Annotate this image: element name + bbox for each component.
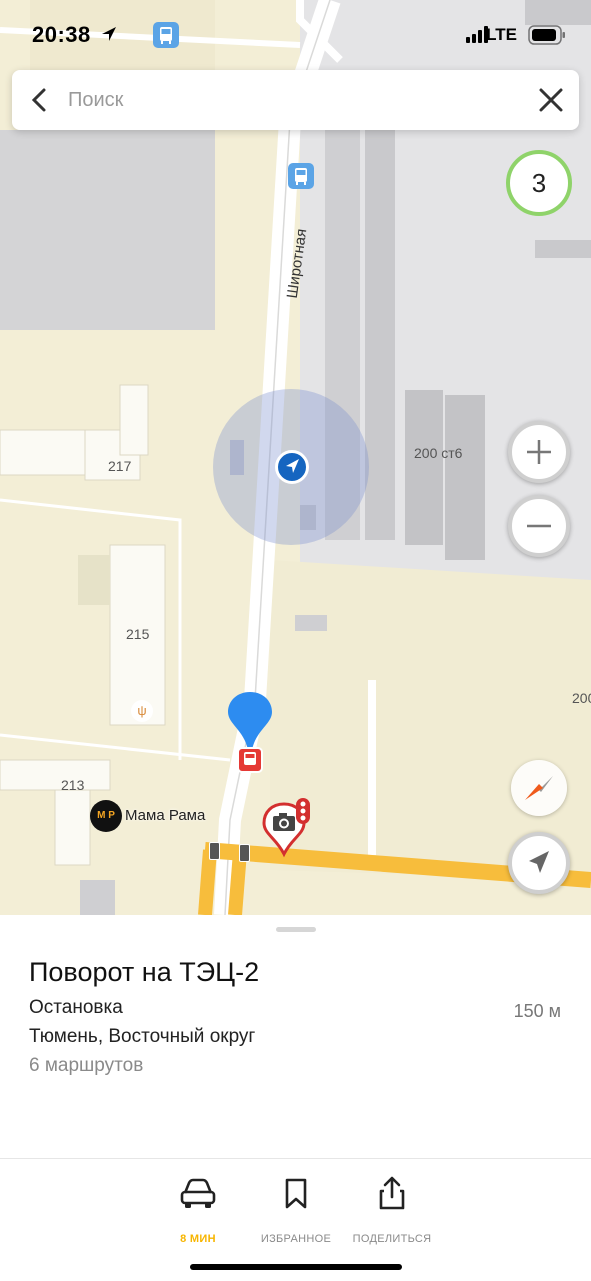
building-label: 200	[572, 690, 591, 706]
poi-logo[interactable]: M P	[90, 800, 122, 832]
plus-icon	[527, 440, 551, 464]
place-distance: 150 м	[513, 1001, 561, 1021]
car-icon	[180, 1178, 216, 1208]
battery-icon	[528, 25, 566, 50]
building-label: 217	[108, 458, 132, 474]
place-location: Тюмень, Восточный округ	[29, 1026, 256, 1047]
map-view[interactable]: Широтная 217 215 213 200 ст6 200	[0, 0, 591, 915]
home-indicator[interactable]	[190, 1264, 402, 1270]
share-label: ПОДЕЛИТЬСЯ	[352, 1233, 432, 1245]
sheet-handle[interactable]	[276, 927, 316, 932]
traffic-camera-icon[interactable]	[260, 798, 320, 860]
location-arrow-icon	[529, 851, 549, 873]
traffic-light-icon	[209, 842, 220, 860]
building-label: 200 ст6	[414, 445, 463, 461]
bookmark-icon	[285, 1178, 307, 1209]
compass-icon	[525, 776, 553, 800]
place-routes[interactable]: 6 маршрутов	[29, 1055, 143, 1077]
network-type: LTE	[486, 25, 517, 44]
place-title: Поворот на ТЭЦ-2	[29, 957, 260, 987]
place-type: Остановка	[29, 997, 123, 1018]
route-time-label: 8 МИН	[180, 1233, 216, 1245]
my-location-button[interactable]	[508, 832, 570, 894]
selected-pin-icon[interactable]	[226, 690, 274, 752]
status-time: 20:38	[32, 22, 91, 47]
building-label: 215	[126, 626, 150, 642]
close-icon[interactable]	[536, 85, 566, 115]
bus-stop-selected-icon[interactable]	[237, 747, 263, 773]
route-button[interactable]: 8 МИН	[143, 1173, 253, 1253]
place-card[interactable]: Поворот на ТЭЦ-2 Остановка 150 м Тюмень,…	[0, 915, 591, 1160]
traffic-level-button[interactable]: 3	[506, 150, 572, 216]
share-icon	[379, 1176, 405, 1210]
action-bar: 8 МИН ИЗБРАННОЕ ПОДЕЛИТЬСЯ	[0, 1158, 591, 1281]
restaurant-icon[interactable]: ψ	[131, 700, 153, 722]
minus-icon	[527, 524, 551, 528]
zoom-in-button[interactable]	[508, 421, 570, 483]
search-input[interactable]: Поиск	[68, 89, 123, 112]
back-icon[interactable]	[26, 84, 56, 116]
bus-stop-icon[interactable]	[288, 163, 314, 189]
poi-label[interactable]: Мама Рама	[125, 807, 205, 824]
favorites-button[interactable]: ИЗБРАННОЕ	[241, 1173, 351, 1253]
compass-button[interactable]	[511, 760, 567, 816]
location-services-icon	[101, 26, 117, 47]
share-button[interactable]: ПОДЕЛИТЬСЯ	[337, 1173, 447, 1253]
favorites-label: ИЗБРАННОЕ	[260, 1233, 332, 1245]
status-bar: 20:38 LTE	[0, 0, 591, 64]
search-bar[interactable]: Поиск	[12, 70, 579, 130]
traffic-light-icon	[239, 844, 250, 862]
building-label: 213	[61, 777, 85, 793]
zoom-out-button[interactable]	[508, 495, 570, 557]
user-location-icon	[275, 450, 309, 484]
